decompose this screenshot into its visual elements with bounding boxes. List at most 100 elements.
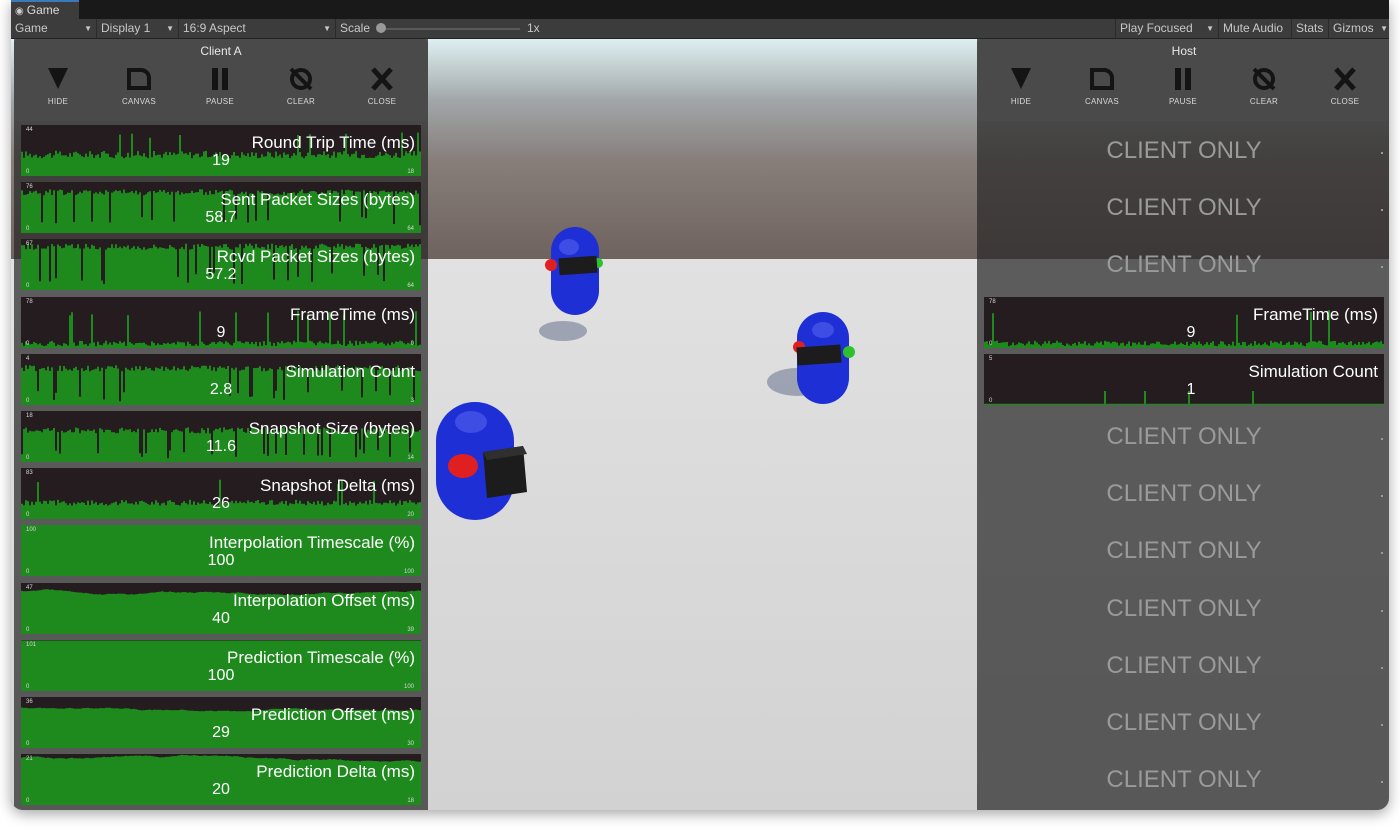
graph-peak-area: [21, 640, 421, 641]
graph-title: Simulation Count: [285, 362, 415, 381]
graph-scale-label: 64: [407, 226, 414, 232]
graph-max-label: 36: [26, 699, 33, 705]
graph-max-label: 100: [26, 527, 37, 533]
clear-button[interactable]: CLEAR: [271, 67, 331, 117]
client-only-placeholder: CLIENT ONLY: [977, 697, 1389, 748]
display-dropdown[interactable]: Display 1 ▼: [97, 19, 179, 38]
graph-scale-label: 39: [407, 627, 414, 633]
graph-min-label: 0: [26, 341, 30, 347]
pause-button[interactable]: PAUSE: [190, 67, 250, 117]
client-only-placeholder: CLIENT ONLY: [977, 468, 1389, 519]
graph-value: 1: [1186, 381, 1196, 398]
graph-title: Rcvd Packet Sizes (bytes): [216, 247, 415, 266]
graph-min-label: 0: [26, 741, 30, 747]
stats-toggle[interactable]: Stats: [1292, 19, 1329, 38]
canvas-icon: [127, 68, 151, 90]
game-toolbar: Game ▼ Display 1 ▼ 16:9 Aspect ▼ Scale 1x P…: [11, 19, 1389, 39]
chevron-down-icon: ▼: [84, 24, 92, 33]
client-only-placeholder: CLIENT ONLY: [977, 640, 1389, 691]
view-dropdown[interactable]: Game ▼: [11, 19, 97, 38]
scale-slider-track[interactable]: [380, 28, 520, 30]
graph-max-label: 78: [989, 299, 996, 305]
view-label: Game: [15, 21, 48, 35]
mute-audio-toggle[interactable]: Mute Audio: [1219, 19, 1292, 38]
canvas-icon: [1090, 68, 1114, 90]
canvas-label: CANVAS: [1084, 97, 1120, 106]
tab-game[interactable]: ◉ Game: [11, 0, 79, 19]
client-only-placeholder: CLIENT ONLY: [977, 525, 1389, 576]
graph-title: Prediction Offset (ms): [250, 705, 415, 724]
close-button[interactable]: CLOSE: [352, 67, 412, 117]
graph-title: Round Trip Time (ms): [251, 133, 415, 152]
row-marker: [1381, 438, 1383, 440]
client-only-placeholder: CLIENT ONLY: [977, 583, 1389, 634]
stat-graph: 83 0 20 Snapshot Delta (ms) 26: [21, 468, 421, 519]
graph-max-label: 47: [26, 585, 33, 591]
client-only-label: CLIENT ONLY: [1106, 652, 1262, 679]
client-only-label: CLIENT ONLY: [1106, 766, 1262, 793]
close-button[interactable]: CLOSE: [1315, 67, 1375, 117]
clear-icon: [1252, 67, 1276, 91]
graph-value: 29: [212, 724, 230, 741]
close-icon: [371, 67, 393, 91]
row-marker: [1381, 495, 1383, 497]
graph-scale-label: 30: [407, 741, 414, 747]
stat-graph: 4 0 3 Simulation Count 2.8: [21, 354, 421, 405]
stat-graph: 5 0 Simulation Count 1: [984, 354, 1384, 405]
graph-scale-label: 100: [403, 569, 414, 575]
scale-slider-knob[interactable]: [376, 23, 386, 33]
client-only-label: CLIENT ONLY: [1106, 251, 1262, 278]
pause-button[interactable]: PAUSE: [1153, 67, 1213, 117]
canvas-button[interactable]: CANVAS: [109, 67, 169, 117]
graph-scale-label: 20: [407, 512, 414, 518]
graph-max-label: 101: [26, 642, 37, 648]
triangle-down-icon: [48, 68, 68, 89]
hide-label: HIDE: [1010, 97, 1032, 106]
row-marker: [1381, 724, 1383, 726]
tab-label: Game: [26, 3, 60, 17]
row-marker: [1381, 610, 1383, 612]
graph-value: 9: [216, 324, 226, 341]
game-viewport[interactable]: Client A HIDE CANVAS PAUSE CLEAR CLOSE 4…: [11, 39, 1389, 810]
stat-graph: 18 0 14 Snapshot Size (bytes) 11.6: [21, 411, 421, 462]
graph-value: 2.8: [209, 381, 233, 398]
graph-max-label: 76: [26, 184, 33, 190]
hide-button[interactable]: HIDE: [28, 67, 88, 117]
chevron-down-icon: ▼: [166, 24, 174, 33]
panel-header: Host HIDE CANVAS PAUSE CLEAR CLOSE: [977, 39, 1389, 121]
row-marker: [1381, 209, 1383, 211]
graph-title: Prediction Delta (ms): [256, 762, 415, 781]
client-only-label: CLIENT ONLY: [1106, 194, 1262, 221]
graph-scale-label: 3: [410, 398, 414, 404]
graph-scale-label: 18: [407, 169, 414, 175]
aspect-dropdown[interactable]: 16:9 Aspect ▼: [179, 19, 336, 38]
clear-icon: [289, 67, 313, 91]
canvas-button[interactable]: CANVAS: [1072, 67, 1132, 117]
graph-scale-label: 14: [407, 455, 414, 461]
client-only-label: CLIENT ONLY: [1106, 137, 1262, 164]
panel-title: Client A: [200, 44, 242, 58]
graph-title: FrameTime (ms): [1253, 305, 1378, 324]
clear-button[interactable]: CLEAR: [1234, 67, 1294, 117]
client-only-placeholder: CLIENT ONLY: [977, 411, 1389, 462]
play-mode-label: Play Focused: [1120, 21, 1193, 35]
player-capsule: [436, 402, 527, 520]
aspect-label: 16:9 Aspect: [183, 21, 246, 35]
row-marker: [1381, 552, 1383, 554]
triangle-down-icon: [1011, 68, 1031, 89]
tab-bar: ◉ Game: [11, 0, 1389, 19]
stat-graph: 101 0 100 Prediction Timescale (%) 100: [21, 640, 421, 691]
gamepad-icon: ◉: [15, 6, 24, 17]
client-only-label: CLIENT ONLY: [1106, 423, 1262, 450]
graph-value: 40: [212, 610, 230, 627]
player-capsule: [767, 312, 855, 404]
graph-min-label: 0: [989, 398, 993, 404]
client-only-placeholder: CLIENT ONLY: [977, 239, 1389, 290]
gizmos-dropdown[interactable]: Gizmos ▼: [1329, 19, 1389, 38]
close-icon: [1334, 67, 1356, 91]
graph-min-label: 0: [26, 226, 30, 232]
graph-scale-label: 64: [407, 283, 414, 289]
hide-button[interactable]: HIDE: [991, 67, 1051, 117]
play-mode-dropdown[interactable]: Play Focused ▼: [1115, 19, 1219, 38]
stat-graph: 36 0 30 Prediction Offset (ms) 29: [21, 697, 421, 748]
